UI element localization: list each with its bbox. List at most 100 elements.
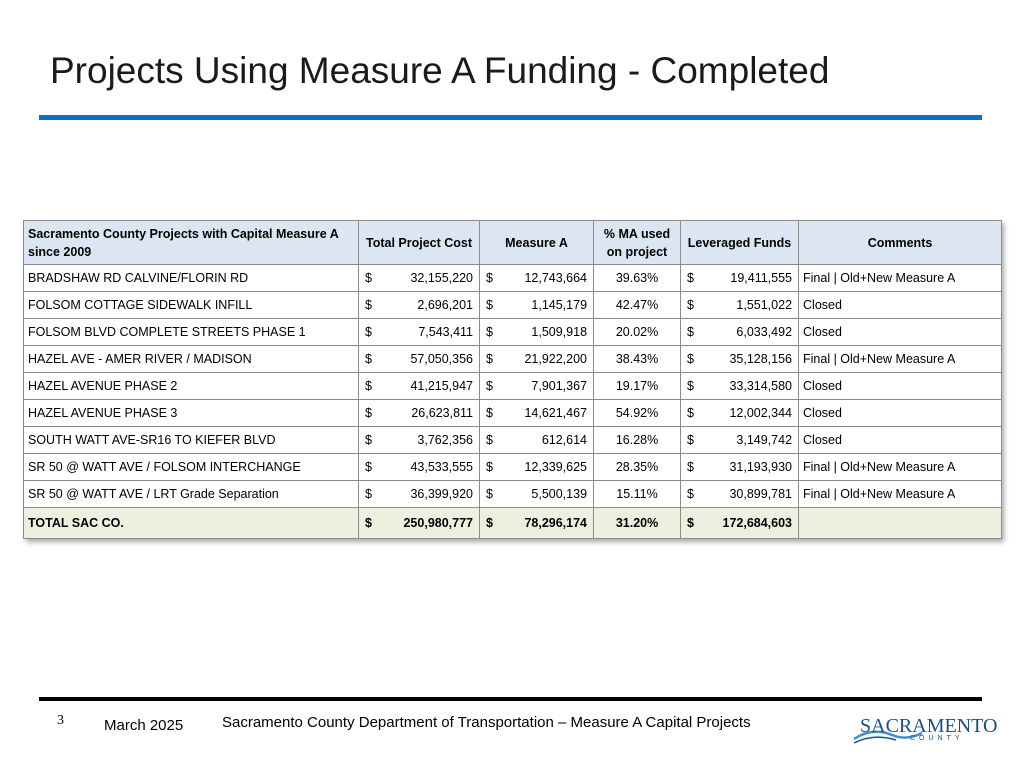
currency-symbol: $ — [358, 291, 379, 319]
measure-a-cell: 12,339,625 — [499, 453, 595, 481]
currency-symbol: $ — [479, 291, 500, 319]
leveraged-cell: 19,411,555 — [700, 264, 800, 292]
table-row: FOLSOM COTTAGE SIDEWALK INFILL $2,696,201… — [23, 291, 1003, 319]
page-number: 3 — [57, 713, 64, 728]
header-leveraged: Leveraged Funds — [680, 220, 800, 265]
table-row: SR 50 @ WATT AVE / FOLSOM INTERCHANGE $43… — [23, 453, 1003, 481]
header-pct-ma: % MA used on project — [593, 220, 682, 265]
project-name-cell: FOLSOM BLVD COMPLETE STREETS PHASE 1 — [23, 318, 359, 346]
header-measure-a: Measure A — [478, 220, 595, 265]
currency-symbol: $ — [479, 372, 500, 400]
currency-symbol: $ — [358, 480, 379, 508]
measure-a-cell: 21,922,200 — [499, 345, 595, 373]
header-project: Sacramento County Projects with Capital … — [23, 220, 359, 265]
logo-sub: COUNTY — [910, 735, 964, 742]
comments-cell: Final | Old+New Measure A — [798, 480, 1003, 508]
total-cost-cell: 43,533,555 — [378, 453, 480, 481]
leveraged-cell: 31,193,930 — [700, 453, 800, 481]
currency-symbol: $ — [358, 318, 379, 346]
table-row: SOUTH WATT AVE-SR16 TO KIEFER BLVD $3,762… — [23, 426, 1003, 454]
footer-text: Sacramento County Department of Transpor… — [222, 714, 751, 731]
currency-symbol: $ — [479, 345, 500, 373]
table-row: HAZEL AVENUE PHASE 3 $26,623,811 $14,621,4… — [23, 399, 1003, 427]
projects-table-image: Sacramento County Projects with Capital … — [23, 220, 1003, 539]
currency-symbol: $ — [680, 507, 701, 539]
currency-symbol: $ — [358, 345, 379, 373]
measure-a-cell: 7,901,367 — [499, 372, 595, 400]
leveraged-cell: 35,128,156 — [700, 345, 800, 373]
table-header-row: Sacramento County Projects with Capital … — [23, 220, 1003, 265]
total-row: TOTAL SAC CO. $250,980,777 $78,296,174 31.2… — [23, 507, 1003, 539]
leveraged-cell: 1,551,022 — [700, 291, 800, 319]
measure-a-cell: 78,296,174 — [499, 507, 595, 539]
header-comments: Comments — [798, 220, 1003, 265]
pct-ma-cell: 38.43% — [593, 345, 682, 373]
comments-cell: Closed — [798, 291, 1003, 319]
currency-symbol: $ — [680, 453, 701, 481]
currency-symbol: $ — [358, 399, 379, 427]
project-name-cell: FOLSOM COTTAGE SIDEWALK INFILL — [23, 291, 359, 319]
project-name-cell: SR 50 @ WATT AVE / LRT Grade Separation — [23, 480, 359, 508]
currency-symbol: $ — [479, 453, 500, 481]
pct-ma-cell: 54.92% — [593, 399, 682, 427]
currency-symbol: $ — [479, 480, 500, 508]
comments-cell — [798, 507, 1003, 539]
table-row: HAZEL AVENUE PHASE 2 $41,215,947 $7,901,36… — [23, 372, 1003, 400]
measure-a-cell: 12,743,664 — [499, 264, 595, 292]
pct-ma-cell: 20.02% — [593, 318, 682, 346]
currency-symbol: $ — [680, 318, 701, 346]
title-divider — [39, 115, 982, 120]
footer-divider — [39, 697, 982, 701]
header-total-cost: Total Project Cost — [358, 220, 480, 265]
leveraged-cell: 30,899,781 — [700, 480, 800, 508]
pct-ma-cell: 16.28% — [593, 426, 682, 454]
total-cost-cell: 250,980,777 — [378, 507, 480, 539]
project-name-cell: BRADSHAW RD CALVINE/FLORIN RD — [23, 264, 359, 292]
currency-symbol: $ — [479, 318, 500, 346]
currency-symbol: $ — [680, 291, 701, 319]
measure-a-cell: 1,145,179 — [499, 291, 595, 319]
currency-symbol: $ — [479, 507, 500, 539]
currency-symbol: $ — [358, 453, 379, 481]
measure-a-cell: 5,500,139 — [499, 480, 595, 508]
table-row: SR 50 @ WATT AVE / LRT Grade Separation $… — [23, 480, 1003, 508]
currency-symbol: $ — [358, 264, 379, 292]
total-cost-cell: 3,762,356 — [378, 426, 480, 454]
currency-symbol: $ — [680, 426, 701, 454]
total-cost-cell: 41,215,947 — [378, 372, 480, 400]
currency-symbol: $ — [680, 345, 701, 373]
currency-symbol: $ — [479, 426, 500, 454]
currency-symbol: $ — [680, 372, 701, 400]
project-name-cell: SR 50 @ WATT AVE / FOLSOM INTERCHANGE — [23, 453, 359, 481]
comments-cell: Final | Old+New Measure A — [798, 264, 1003, 292]
leveraged-cell: 3,149,742 — [700, 426, 800, 454]
footer-date: March 2025 — [104, 717, 184, 734]
currency-symbol: $ — [680, 480, 701, 508]
pct-ma-cell: 15.11% — [593, 480, 682, 508]
sacramento-county-logo: SACRAMENTO COUNTY — [852, 713, 997, 747]
pct-ma-cell: 39.63% — [593, 264, 682, 292]
comments-cell: Closed — [798, 372, 1003, 400]
total-cost-cell: 32,155,220 — [378, 264, 480, 292]
project-name-cell: HAZEL AVENUE PHASE 3 — [23, 399, 359, 427]
total-cost-cell: 26,623,811 — [378, 399, 480, 427]
comments-cell: Closed — [798, 399, 1003, 427]
measure-a-cell: 1,509,918 — [499, 318, 595, 346]
currency-symbol: $ — [479, 399, 500, 427]
comments-cell: Final | Old+New Measure A — [798, 345, 1003, 373]
currency-symbol: $ — [680, 399, 701, 427]
measure-a-cell: 612,614 — [499, 426, 595, 454]
pct-ma-cell: 19.17% — [593, 372, 682, 400]
pct-ma-cell: 28.35% — [593, 453, 682, 481]
total-cost-cell: 2,696,201 — [378, 291, 480, 319]
projects-table: Sacramento County Projects with Capital … — [23, 220, 1003, 539]
total-cost-cell: 7,543,411 — [378, 318, 480, 346]
table-row: BRADSHAW RD CALVINE/FLORIN RD $32,155,220… — [23, 264, 1003, 292]
project-name-cell: HAZEL AVE - AMER RIVER / MADISON — [23, 345, 359, 373]
pct-ma-cell: 31.20% — [593, 507, 682, 539]
table-row: HAZEL AVE - AMER RIVER / MADISON $57,050,… — [23, 345, 1003, 373]
currency-symbol: $ — [680, 264, 701, 292]
project-name-cell: HAZEL AVENUE PHASE 2 — [23, 372, 359, 400]
leveraged-cell: 6,033,492 — [700, 318, 800, 346]
total-cost-cell: 36,399,920 — [378, 480, 480, 508]
